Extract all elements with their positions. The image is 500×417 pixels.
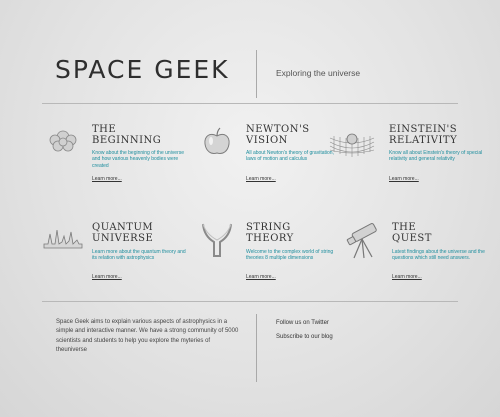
site-title: SPACE GEEK <box>55 55 230 84</box>
site-tagline: Exploring the universe <box>276 68 361 78</box>
feature-description: Know about the beginning of the universe… <box>92 150 185 169</box>
twitter-link[interactable]: Follow us on Twitter <box>276 320 329 326</box>
footer-about-text: Space Geek aims to explain various aspec… <box>56 319 239 353</box>
wave-graph-icon <box>43 229 83 249</box>
feature-newtons-vision: Newton's Vision All about Newton's theor… <box>196 124 341 194</box>
footer-rule <box>42 301 458 302</box>
learn-more-link[interactable]: Learn more... <box>392 274 422 280</box>
feature-title: Newton's Vision <box>246 124 310 146</box>
feature-description: Know all about Einstein's theory of spec… <box>389 150 483 163</box>
feature-string-theory: String Theory Welcome to the complex wor… <box>196 222 341 292</box>
feature-title: String Theory <box>246 222 294 244</box>
brain-icon <box>49 130 77 152</box>
feature-description: Learn more about the quantum theory and … <box>92 249 186 262</box>
learn-more-link[interactable]: Learn more... <box>246 274 276 280</box>
header-divider <box>256 50 257 98</box>
feature-beginning: The Beginning Know about the beginning o… <box>42 124 187 194</box>
feature-title: Quantum Universe <box>92 222 154 244</box>
string-fork-icon <box>202 223 232 257</box>
feature-description: All about Newton's theory of gravitation… <box>246 150 334 163</box>
feature-einsteins-relativity: Einstein's Relativity Know all about Ein… <box>329 124 482 194</box>
header-rule <box>42 103 458 104</box>
telescope-icon <box>346 223 377 259</box>
learn-more-link[interactable]: Learn more... <box>92 274 122 280</box>
footer-divider <box>256 314 257 382</box>
spacetime-grid-icon <box>329 133 375 157</box>
blog-subscribe-link[interactable]: Subscribe to our blog <box>276 334 333 340</box>
feature-title: Einstein's Relativity <box>389 124 458 146</box>
feature-description: Welcome to the complex world of string t… <box>246 249 334 262</box>
learn-more-link[interactable]: Learn more... <box>389 176 419 182</box>
feature-description: Latest findings about the universe and t… <box>392 249 485 262</box>
feature-the-quest: The Quest Latest findings about the univ… <box>342 222 487 292</box>
feature-quantum-universe: Quantum Universe Learn more about the qu… <box>42 222 187 292</box>
feature-title: The Quest <box>392 222 432 244</box>
feature-title: The Beginning <box>92 124 162 146</box>
learn-more-link[interactable]: Learn more... <box>92 176 122 182</box>
apple-icon <box>204 127 230 154</box>
learn-more-link[interactable]: Learn more... <box>246 176 276 182</box>
